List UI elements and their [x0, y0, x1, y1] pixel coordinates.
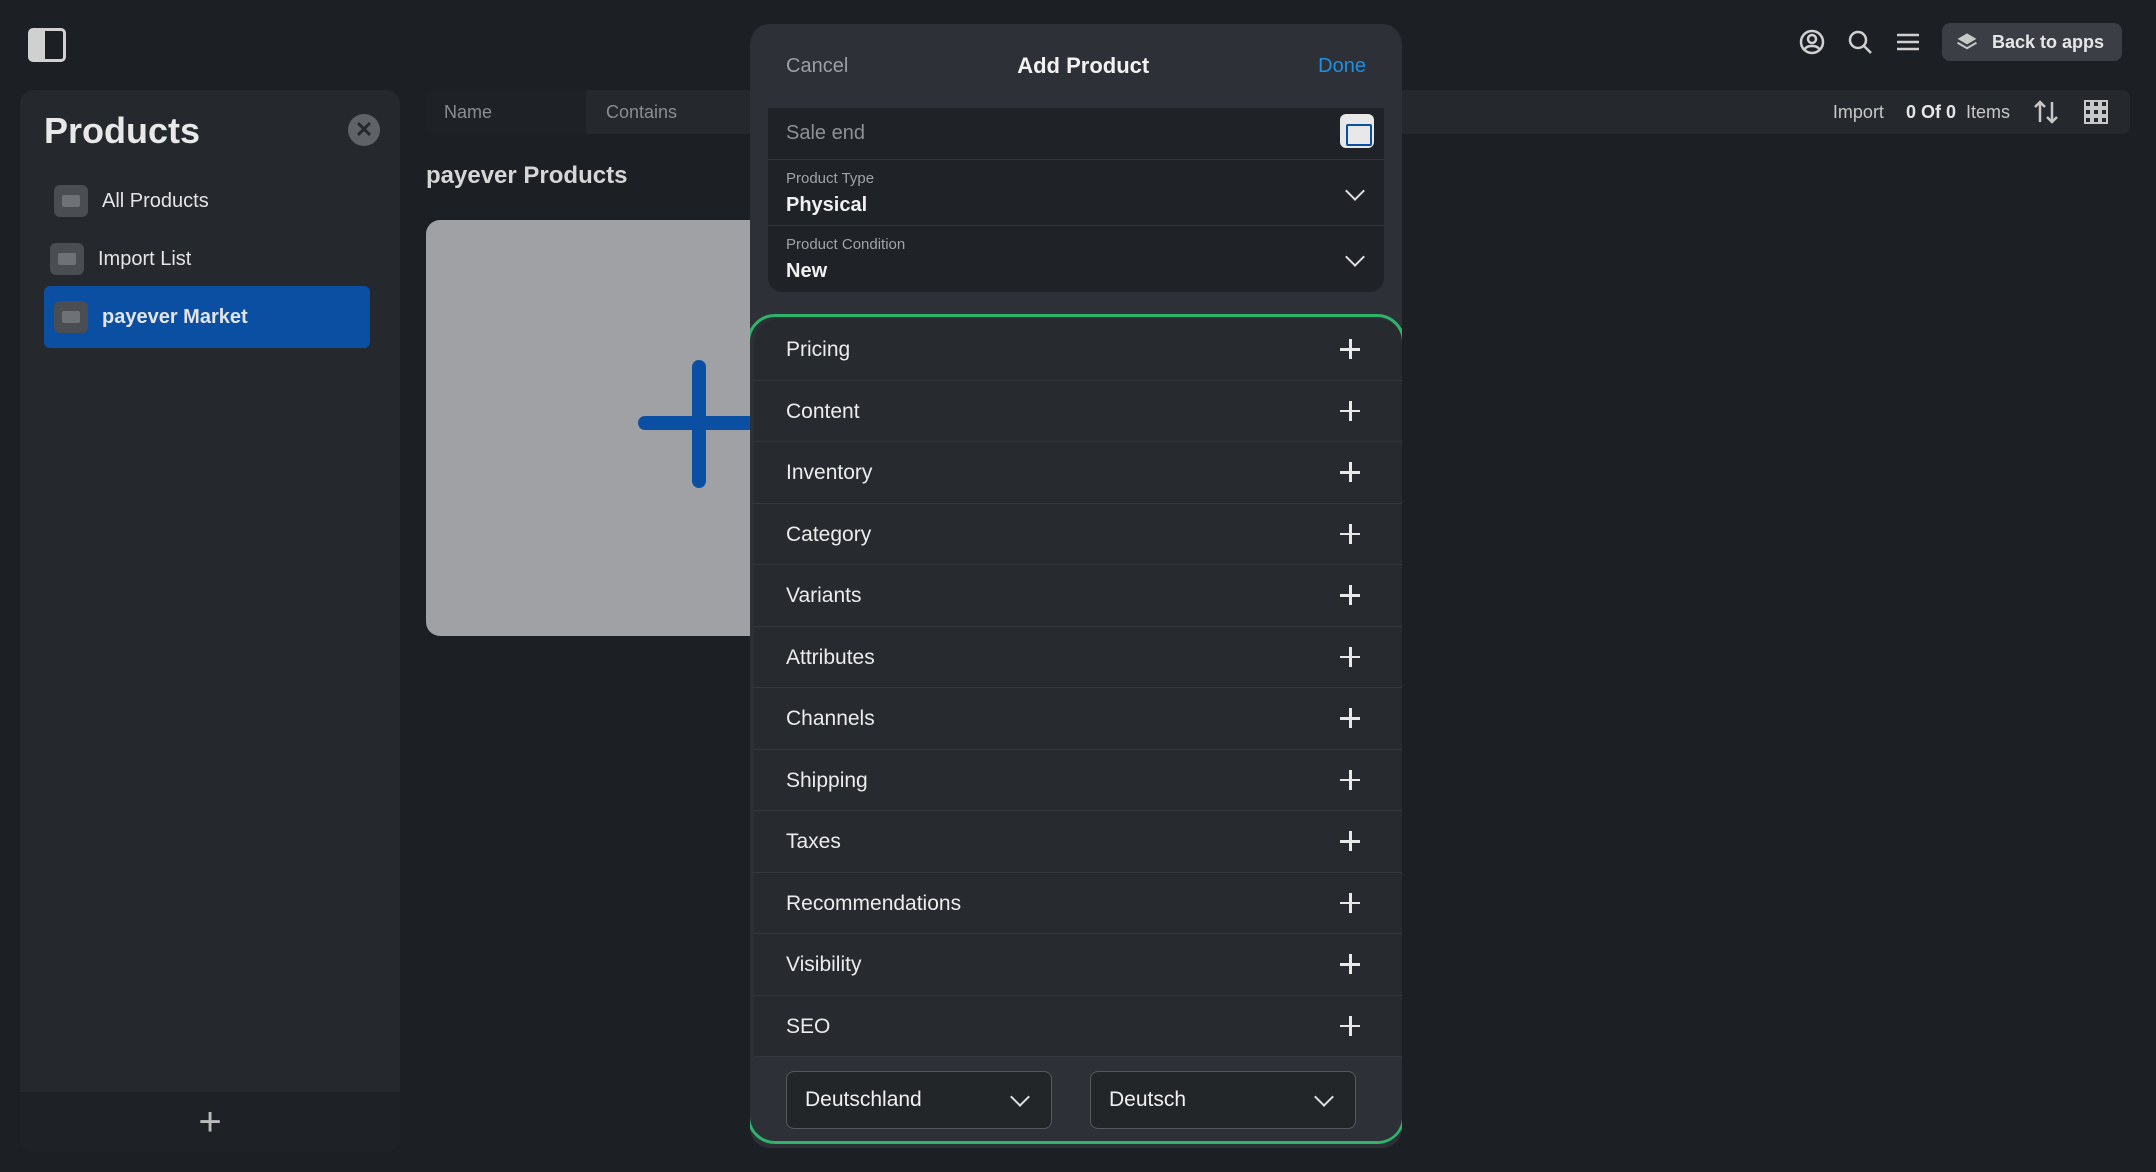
plus-icon[interactable]	[1340, 646, 1360, 667]
chevron-down-icon	[1345, 247, 1365, 267]
product-sections: Pricing Content Inventory Category Varia…	[750, 314, 1402, 1144]
section-channels[interactable]: Channels	[754, 688, 1402, 750]
country-select[interactable]: Deutschland	[786, 1071, 1052, 1129]
filter-bar-actions: Import 0 Of 0 Items	[1833, 90, 2110, 134]
import-button[interactable]: Import	[1833, 102, 1884, 123]
chevron-down-icon	[1010, 1087, 1030, 1107]
plus-icon[interactable]	[1340, 708, 1360, 728]
section-label: SEO	[786, 1014, 831, 1038]
item-count: 0 Of 0	[1905, 101, 1956, 122]
product-condition-select[interactable]: Product Condition New	[768, 226, 1384, 292]
add-product-modal: Cancel Add Product Done Sale end Product…	[750, 24, 1402, 1148]
topbar-actions: Back to apps	[1798, 22, 2122, 62]
sort-icon[interactable]	[2032, 98, 2060, 126]
modal-title: Add Product	[1017, 53, 1150, 78]
plus-icon[interactable]	[1340, 400, 1360, 421]
language-value: Deutsch	[1109, 1088, 1187, 1111]
sale-end-field[interactable]: Sale end	[768, 108, 1384, 160]
sidebar-item-label: All Products	[102, 189, 209, 212]
plus-icon[interactable]	[1340, 954, 1360, 974]
sidebar-item-all-products[interactable]: All Products	[44, 170, 370, 232]
sidebar-toggle-icon[interactable]	[28, 28, 66, 62]
plus-icon[interactable]	[1340, 892, 1360, 913]
plus-icon[interactable]	[1340, 831, 1360, 851]
section-label: Pricing	[786, 338, 851, 361]
folder-icon	[54, 301, 88, 333]
language-select[interactable]: Deutsch	[1090, 1071, 1356, 1129]
plus-icon[interactable]	[1340, 523, 1360, 544]
menu-icon[interactable]	[1894, 28, 1922, 56]
grid-view-icon[interactable]	[2082, 98, 2110, 126]
country-value: Deutschland	[805, 1088, 922, 1111]
items-label: Items	[1965, 101, 2010, 122]
section-attributes[interactable]: Attributes	[754, 626, 1402, 688]
section-label: Shipping	[786, 768, 868, 792]
modal-header: Cancel Add Product Done	[750, 24, 1402, 108]
add-folder-button[interactable]: +	[20, 1092, 400, 1152]
section-label: Visibility	[786, 953, 862, 976]
product-type-value: Physical	[786, 194, 868, 216]
section-seo[interactable]: SEO	[754, 995, 1402, 1057]
product-condition-label: Product Condition	[786, 236, 906, 253]
filter-contains-label[interactable]: Contains	[606, 90, 677, 134]
plus-icon[interactable]	[1340, 585, 1360, 605]
sidebar-title: Products	[44, 110, 201, 151]
sidebar-item-label: Import List	[98, 247, 192, 270]
product-form: Sale end Product Type Physical Product C…	[768, 108, 1384, 292]
locale-selects: Deutschland Deutsch	[754, 1057, 1402, 1141]
calendar-icon[interactable]	[1340, 114, 1374, 148]
filter-name-label: Name	[444, 102, 493, 122]
back-to-apps-label: Back to apps	[1991, 31, 2104, 52]
sidebar-item-label: payever Market	[102, 305, 248, 328]
section-label: Recommendations	[786, 891, 962, 915]
section-category[interactable]: Category	[754, 503, 1402, 565]
close-icon[interactable]: ✕	[348, 114, 380, 146]
sidebar-item-payever-market[interactable]: payever Market	[44, 286, 370, 348]
section-list: Pricing Content Inventory Category Varia…	[754, 319, 1402, 1057]
section-label: Channels	[786, 707, 875, 730]
plus-icon: +	[198, 1099, 222, 1144]
sidebar-item-import-list[interactable]: Import List	[40, 228, 366, 290]
sale-end-label: Sale end	[786, 122, 865, 144]
section-pricing[interactable]: Pricing	[754, 319, 1402, 381]
section-label: Content	[786, 399, 860, 423]
add-plus-icon-bar	[638, 416, 764, 430]
section-visibility[interactable]: Visibility	[754, 934, 1402, 996]
section-content[interactable]: Content	[754, 380, 1402, 442]
plus-icon[interactable]	[1340, 462, 1360, 482]
account-icon[interactable]	[1798, 28, 1826, 56]
cancel-button[interactable]: Cancel	[786, 55, 848, 78]
folder-icon	[50, 243, 84, 275]
chevron-down-icon	[1345, 181, 1365, 201]
layers-icon	[1956, 31, 1978, 53]
folder-icon	[54, 185, 88, 217]
products-sidebar: Products ✕ All Products Import List paye…	[20, 90, 400, 1152]
plus-icon[interactable]	[1340, 769, 1360, 790]
section-title: payever Products	[426, 162, 628, 189]
section-label: Category	[786, 522, 872, 546]
section-variants[interactable]: Variants	[754, 565, 1402, 627]
add-product-card[interactable]	[426, 220, 766, 636]
plus-icon[interactable]	[1340, 339, 1360, 359]
product-condition-value: New	[786, 260, 828, 282]
section-inventory[interactable]: Inventory	[754, 442, 1402, 504]
section-label: Inventory	[786, 461, 873, 484]
plus-icon[interactable]	[1340, 1015, 1360, 1036]
chevron-down-icon	[1314, 1087, 1334, 1107]
done-button[interactable]: Done	[1318, 55, 1366, 78]
search-icon[interactable]	[1846, 28, 1874, 56]
section-taxes[interactable]: Taxes	[754, 811, 1402, 873]
section-label: Taxes	[786, 830, 841, 853]
section-label: Attributes	[786, 645, 875, 669]
product-type-label: Product Type	[786, 170, 875, 187]
section-label: Variants	[786, 584, 862, 607]
back-to-apps-button[interactable]: Back to apps	[1941, 23, 2122, 61]
product-type-select[interactable]: Product Type Physical	[768, 160, 1384, 226]
section-recommendations[interactable]: Recommendations	[754, 872, 1402, 934]
section-shipping[interactable]: Shipping	[754, 749, 1402, 811]
